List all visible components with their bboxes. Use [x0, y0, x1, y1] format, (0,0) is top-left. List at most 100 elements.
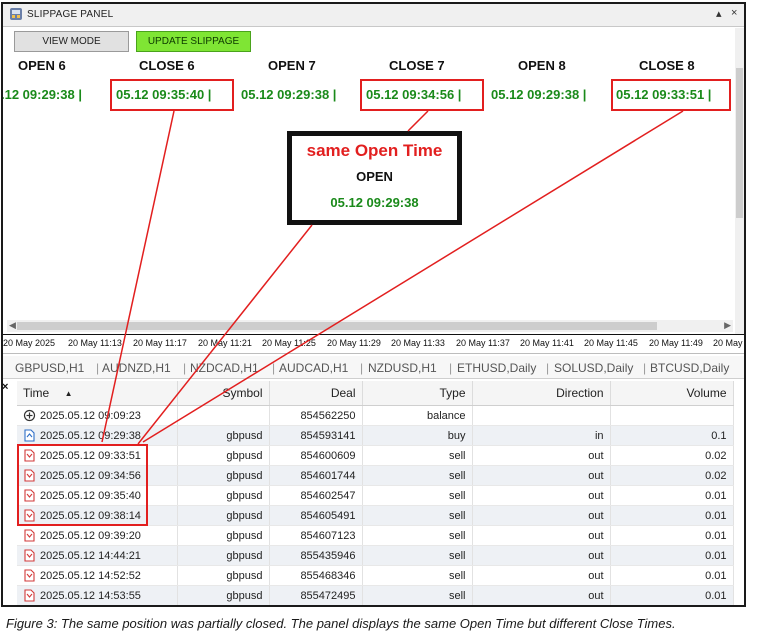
balance-icon: [23, 409, 36, 422]
view-mode-button[interactable]: VIEW MODE: [14, 31, 129, 52]
axis-label: 20 May 11:13: [68, 338, 122, 348]
cell-time: 2025.05.12 14:53:55: [17, 585, 178, 605]
column-header-deal[interactable]: Deal: [269, 381, 363, 406]
chart-time-axis: 20 May 2025 20 May 11:13 20 May 11:17 20…: [3, 334, 744, 354]
header-close-8: CLOSE 8: [639, 58, 695, 73]
cell-symbol: gbpusd: [177, 545, 270, 566]
column-header-time[interactable]: Time ▲: [17, 381, 178, 406]
tab-audnzd-h1[interactable]: AUDNZD,H1: [102, 361, 171, 375]
header-open-8: OPEN 8: [518, 58, 566, 73]
axis-label: 20 May 11:17: [133, 338, 187, 348]
column-label: Time: [23, 386, 50, 400]
cell-type: sell: [362, 445, 473, 466]
tab-nzdusd-h1[interactable]: NZDUSD,H1: [368, 361, 437, 375]
cell-symbol: [177, 405, 270, 426]
callout-title: same Open Time: [306, 141, 443, 160]
table-row[interactable]: 2025.05.12 14:52:52 gbpusd 855468346 sell ou…: [17, 565, 734, 586]
cell-deal: 854562250: [269, 405, 363, 426]
cell-direction: in: [472, 425, 611, 446]
axis-label: 20 May 11:5: [713, 338, 744, 348]
highlight-close-8: [611, 79, 731, 111]
tab-solusd-daily[interactable]: SOLUSD,Daily: [554, 361, 633, 375]
column-header-type[interactable]: Type: [362, 381, 473, 406]
column-header-direction[interactable]: Direction: [472, 381, 611, 406]
cell-direction: out: [472, 485, 611, 506]
cell-direction: out: [472, 585, 611, 605]
update-slippage-button[interactable]: UPDATE SLIPPAGE: [136, 31, 251, 52]
tab-separator: |: [643, 361, 647, 375]
table-row[interactable]: 2025.05.12 14:44:21 gbpusd 855435946 sell ou…: [17, 545, 734, 566]
cell-deal: 854607123: [269, 525, 363, 546]
tab-separator: |: [272, 361, 276, 375]
sell-deal-icon: [24, 529, 35, 542]
cell-time: 2025.05.12 14:52:52: [17, 565, 178, 586]
cell-symbol: gbpusd: [177, 525, 270, 546]
header-close-7: CLOSE 7: [389, 58, 445, 73]
cell-time: 2025.05.12 14:44:21: [17, 545, 178, 566]
tab-nzdcad-h1[interactable]: NZDCAD,H1: [190, 361, 259, 375]
tab-gbpusd-h1[interactable]: GBPUSD,H1: [15, 361, 84, 375]
tab-audcad-h1[interactable]: AUDCAD,H1: [279, 361, 348, 375]
cell-direction: out: [472, 505, 611, 526]
axis-label: 20 May 11:25: [262, 338, 316, 348]
cell-time: 2025.05.12 09:29:38: [17, 425, 178, 446]
cell-type: sell: [362, 465, 473, 486]
panel-title: SLIPPAGE PANEL: [27, 9, 114, 20]
cell-type: sell: [362, 565, 473, 586]
scroll-left-arrow-icon[interactable]: ◀: [9, 320, 16, 331]
axis-label: 20 May 11:33: [391, 338, 445, 348]
cell-symbol: gbpusd: [177, 425, 270, 446]
table-row[interactable]: 2025.05.12 09:09:23 854562250 balance: [17, 405, 734, 426]
column-header-symbol[interactable]: Symbol: [177, 381, 270, 406]
table-row[interactable]: 2025.05.12 09:39:20 gbpusd 854607123 sell ou…: [17, 525, 734, 546]
tab-separator: |: [546, 361, 550, 375]
cell-type: sell: [362, 485, 473, 506]
cell-volume: 0.01: [610, 545, 734, 566]
sell-deal-icon: [24, 549, 35, 562]
same-open-time-callout: same Open Time OPEN 05.12 09:29:38: [287, 131, 462, 225]
table-row[interactable]: 2025.05.12 09:29:38 gbpusd 854593141 buy in 0…: [17, 425, 734, 446]
cell-type: sell: [362, 525, 473, 546]
cell-direction: out: [472, 445, 611, 466]
tab-ethusd-daily[interactable]: ETHUSD,Daily: [457, 361, 536, 375]
time-text: 2025.05.12 09:09:23: [40, 410, 141, 422]
axis-label: 20 May 11:21: [198, 338, 252, 348]
cell-volume: 0.02: [610, 445, 734, 466]
header-open-6: OPEN 6: [18, 58, 66, 73]
callout-time: 05.12 09:29:38: [330, 195, 419, 210]
cell-time: 2025.05.12 09:09:23: [17, 405, 178, 426]
time-text: 2025.05.12 14:53:55: [40, 590, 141, 602]
cell-deal: 854602547: [269, 485, 363, 506]
axis-label: 20 May 11:29: [327, 338, 381, 348]
horizontal-scroll-thumb[interactable]: [17, 322, 657, 330]
horizontal-scrollbar[interactable]: ◀ ▶: [7, 320, 733, 332]
cell-symbol: gbpusd: [177, 505, 270, 526]
vertical-scrollbar[interactable]: [735, 28, 744, 340]
axis-label: 20 May 11:45: [584, 338, 638, 348]
toolbox-close-icon[interactable]: ×: [3, 381, 8, 393]
cell-direction: out: [472, 545, 611, 566]
close-button[interactable]: ×: [731, 7, 737, 19]
cell-type: sell: [362, 585, 473, 605]
cell-type: sell: [362, 505, 473, 526]
vertical-scroll-thumb[interactable]: [736, 68, 743, 218]
table-row[interactable]: 2025.05.12 14:53:55 gbpusd 855472495 sell ou…: [17, 585, 734, 605]
scroll-right-arrow-icon[interactable]: ▶: [724, 320, 731, 331]
cell-type: balance: [362, 405, 473, 426]
tab-separator: |: [96, 361, 100, 375]
cell-volume: 0.01: [610, 505, 734, 526]
chart-tabs: GBPUSD,H1 | AUDNZD,H1 | NZDCAD,H1 | AUDC…: [3, 356, 744, 379]
cell-volume: 0.02: [610, 465, 734, 486]
cell-direction: out: [472, 565, 611, 586]
tab-separator: |: [183, 361, 187, 375]
time-text: 2025.05.12 09:39:20: [40, 530, 141, 542]
tab-btcusd-daily[interactable]: BTCUSD,Daily: [650, 361, 729, 375]
minimize-button[interactable]: ▴: [716, 7, 722, 20]
panel-titlebar: SLIPPAGE PANEL ▴ ×: [3, 4, 744, 27]
cell-volume: 0.01: [610, 485, 734, 506]
cell-type: buy: [362, 425, 473, 446]
table-header-row: Time ▲ Symbol Deal Type Direction Volume: [17, 381, 734, 406]
time-open-6: .12 09:29:38 |: [1, 87, 82, 102]
axis-label: 20 May 11:41: [520, 338, 574, 348]
column-header-volume[interactable]: Volume: [610, 381, 734, 406]
